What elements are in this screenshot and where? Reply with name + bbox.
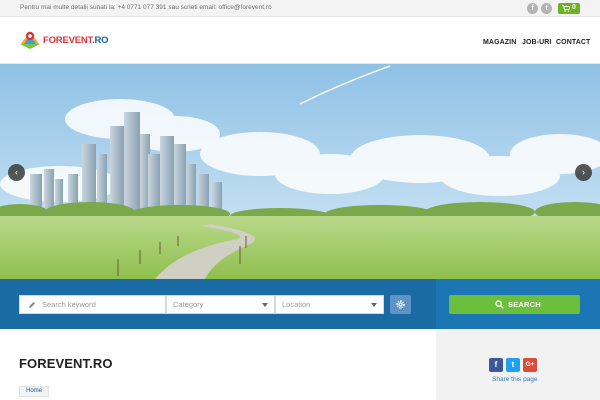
facebook-icon[interactable]: f — [527, 3, 538, 14]
logo-mark-icon — [20, 31, 40, 49]
advanced-search-button[interactable] — [390, 295, 411, 314]
hero-image — [0, 64, 600, 279]
chevron-down-icon — [262, 303, 268, 307]
breadcrumb-home[interactable]: Home — [19, 386, 50, 397]
contact-info-text: Pentru mai multe detalii sunati la: +4 0… — [20, 4, 272, 11]
slider-prev-button[interactable]: ‹ — [8, 164, 25, 181]
location-placeholder: Location — [282, 300, 311, 309]
chevron-right-icon: › — [582, 167, 585, 177]
cart-button[interactable]: 0 — [558, 3, 580, 14]
content-area: FOREVENT.RO Home — [0, 329, 436, 400]
keyword-input[interactable]: Search keyword — [19, 295, 166, 314]
cart-icon — [562, 5, 570, 12]
search-bar: Search keyword Category Location SEARCH — [0, 279, 600, 329]
gear-icon — [396, 300, 405, 309]
nav-job-uri[interactable]: JOB-URI — [522, 39, 551, 46]
share-facebook-button[interactable]: f — [489, 358, 503, 372]
category-select[interactable]: Category — [166, 295, 275, 314]
share-label: Share this page — [492, 376, 538, 383]
keyword-placeholder: Search keyword — [42, 300, 96, 309]
twitter-icon[interactable]: t — [541, 3, 552, 14]
logo[interactable]: FOREVENT.RO — [19, 30, 109, 52]
search-button-label: SEARCH — [508, 299, 541, 309]
slider-next-button[interactable]: › — [575, 164, 592, 181]
nav-contact[interactable]: CONTACT — [556, 39, 590, 46]
share-googleplus-button[interactable]: G+ — [523, 358, 537, 372]
hero-slider: ‹ › — [0, 64, 600, 279]
pencil-icon — [29, 302, 35, 308]
location-select[interactable]: Location — [275, 295, 384, 314]
chevron-down-icon — [371, 303, 377, 307]
site-header: FOREVENT.RO MAGAZIN JOB-URI CONTACT — [0, 17, 600, 64]
chevron-left-icon: ‹ — [15, 167, 18, 177]
search-button[interactable]: SEARCH — [449, 295, 580, 314]
search-icon — [495, 300, 504, 309]
cart-count: 0 — [572, 4, 576, 11]
nav-magazin[interactable]: MAGAZIN — [483, 39, 516, 46]
share-twitter-button[interactable]: t — [506, 358, 520, 372]
category-placeholder: Category — [173, 300, 204, 309]
page-title: FOREVENT.RO — [19, 356, 113, 371]
logo-text: FOREVENT.RO — [43, 35, 109, 46]
top-info-bar: Pentru mai multe detalii sunati la: +4 0… — [0, 0, 600, 17]
